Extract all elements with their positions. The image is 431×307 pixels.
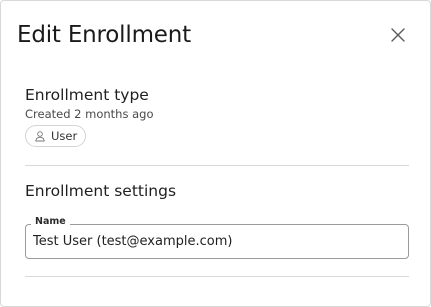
name-input[interactable]	[33, 225, 393, 258]
user-icon	[34, 130, 46, 142]
enrollment-type-chip: User	[25, 125, 86, 147]
close-icon	[391, 28, 405, 42]
created-timestamp: Created 2 months ago	[25, 107, 154, 121]
chip-label: User	[51, 129, 78, 143]
dialog-title: Edit Enrollment	[17, 22, 191, 48]
enrollment-type-heading: Enrollment type	[25, 86, 149, 104]
enrollment-settings-heading: Enrollment settings	[25, 182, 177, 200]
name-field: Name	[25, 215, 409, 259]
close-button[interactable]	[386, 23, 410, 47]
edit-enrollment-dialog: Edit Enrollment Enrollment type Created …	[0, 0, 431, 307]
footer-divider	[25, 276, 409, 277]
section-divider	[25, 165, 409, 166]
